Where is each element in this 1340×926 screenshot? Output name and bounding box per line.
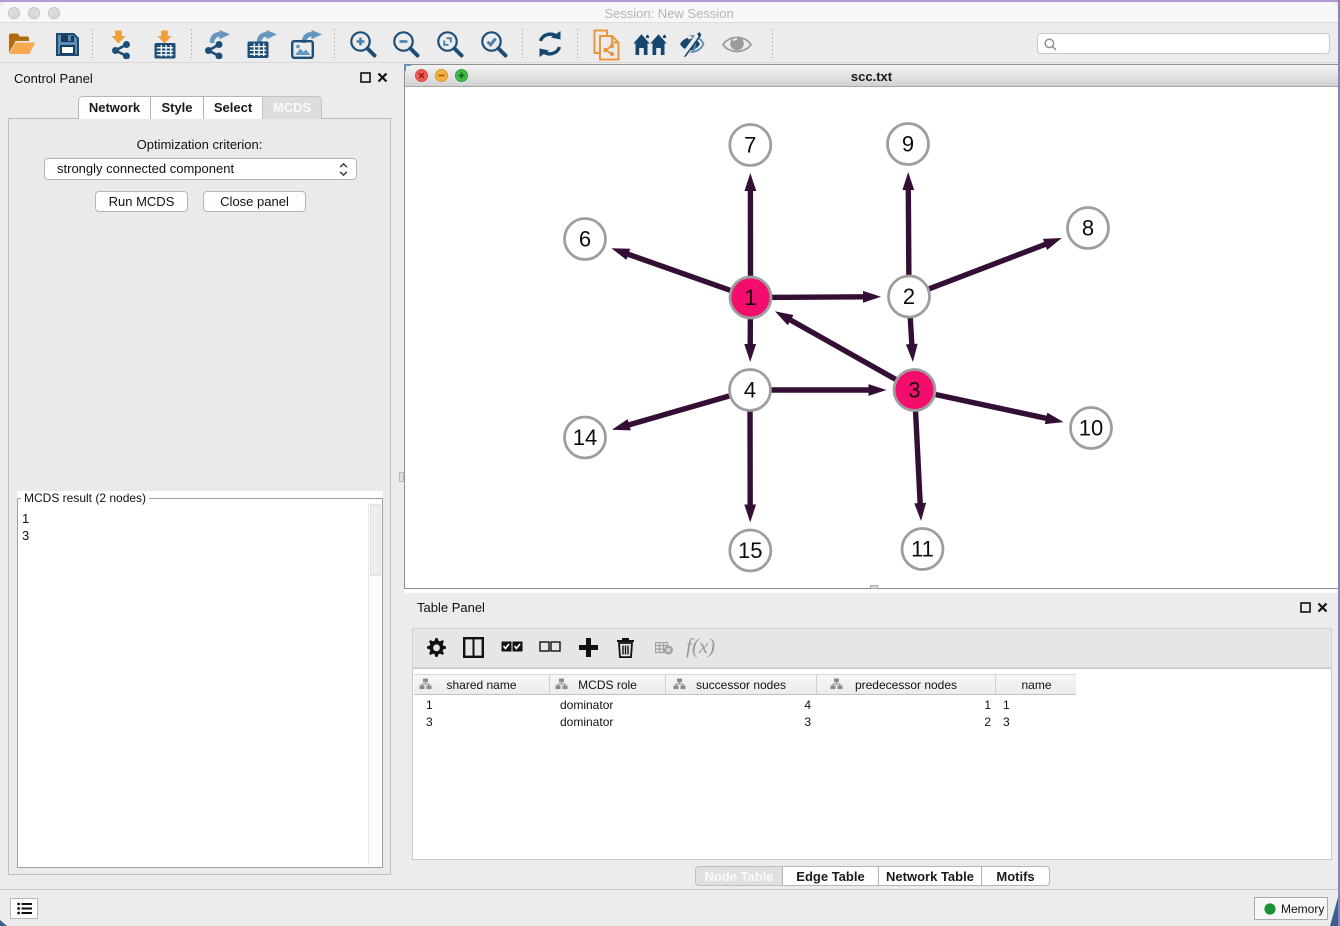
svg-text:11: 11 xyxy=(911,537,934,562)
svg-text:15: 15 xyxy=(738,538,762,563)
svg-text:7: 7 xyxy=(744,133,756,158)
svg-text:2: 2 xyxy=(903,284,915,309)
svg-text:4: 4 xyxy=(744,378,756,403)
svg-text:1: 1 xyxy=(744,285,756,310)
svg-text:8: 8 xyxy=(1082,216,1094,241)
svg-text:14: 14 xyxy=(573,425,597,450)
svg-text:10: 10 xyxy=(1079,416,1103,441)
svg-text:3: 3 xyxy=(908,378,920,403)
svg-text:6: 6 xyxy=(579,227,591,252)
svg-text:9: 9 xyxy=(902,132,914,157)
